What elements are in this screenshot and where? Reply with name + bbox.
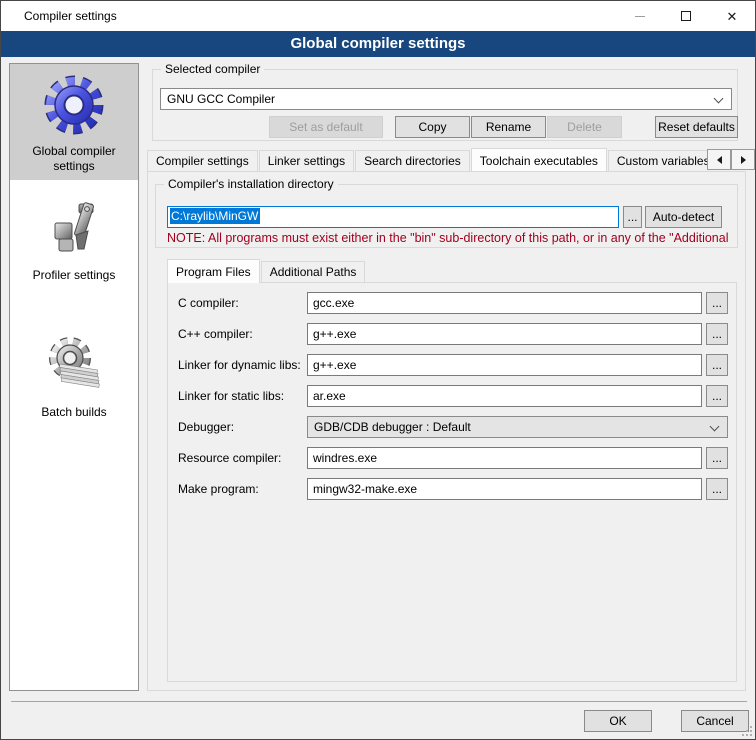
tab-toolchain-executables[interactable]: Toolchain executables xyxy=(471,148,607,171)
install-dir-browse-button[interactable]: ... xyxy=(623,206,642,228)
debugger-select[interactable]: GDB/CDB debugger : Default xyxy=(307,416,728,438)
tab-custom-variables[interactable]: Custom variables xyxy=(608,150,707,171)
programs-subtabstrip: Program Files Additional Paths xyxy=(167,258,587,282)
tab-linker-settings[interactable]: Linker settings xyxy=(259,150,354,171)
ok-button[interactable]: OK xyxy=(584,710,652,732)
cancel-button[interactable]: Cancel xyxy=(681,710,749,732)
resource-compiler-label: Resource compiler: xyxy=(178,451,281,465)
rename-button[interactable]: Rename xyxy=(471,116,546,138)
maximize-icon xyxy=(681,11,691,21)
subtab-additional-paths[interactable]: Additional Paths xyxy=(261,261,366,282)
settings-tabstrip: Compiler settings Linker settings Search… xyxy=(147,147,707,171)
settings-category-list: Global compiler settings xyxy=(9,63,139,691)
selected-compiler-group-label: Selected compiler xyxy=(161,62,264,76)
delete-button[interactable]: Delete xyxy=(547,116,622,138)
sidebar-item-label: Profiler settings xyxy=(22,268,126,283)
reset-defaults-button[interactable]: Reset defaults xyxy=(655,116,738,138)
make-program-label: Make program: xyxy=(178,482,259,496)
linker-static-input[interactable] xyxy=(307,385,702,407)
compiler-select[interactable]: GNU GCC Compiler xyxy=(160,88,732,110)
install-dir-selected-text: C:\raylib\MinGW xyxy=(170,208,260,224)
tab-scroll-right-button[interactable] xyxy=(731,149,755,170)
make-program-browse-button[interactable]: ... xyxy=(706,478,728,500)
chevron-down-icon xyxy=(710,422,720,432)
sidebar-item-label: Batch builds xyxy=(22,405,126,420)
compiler-select-value: GNU GCC Compiler xyxy=(167,92,275,106)
subtab-program-files[interactable]: Program Files xyxy=(167,259,260,283)
make-program-input[interactable] xyxy=(307,478,702,500)
selected-compiler-group: Selected compiler GNU GCC Compiler Set a… xyxy=(152,69,738,141)
tab-scroll-left-button[interactable] xyxy=(707,149,731,170)
sidebar-item-global-compiler-settings[interactable]: Global compiler settings xyxy=(10,64,138,180)
autodetect-button[interactable]: Auto-detect xyxy=(645,206,722,228)
minimize-button[interactable] xyxy=(617,2,663,31)
chevron-down-icon xyxy=(714,94,724,104)
set-as-default-button[interactable]: Set as default xyxy=(269,116,383,138)
close-icon: ✕ xyxy=(727,10,738,23)
triangle-right-icon xyxy=(741,156,746,164)
compiler-settings-dialog: Compiler settings ✕ Global compiler sett… xyxy=(0,0,756,740)
profiler-caliper-icon xyxy=(42,194,106,264)
c-compiler-input[interactable] xyxy=(307,292,702,314)
cpp-compiler-label: C++ compiler: xyxy=(178,327,253,341)
program-files-panel: C compiler: ... C++ compiler: ... Linker… xyxy=(167,282,737,682)
titlebar: Compiler settings ✕ xyxy=(1,1,755,31)
install-dir-input[interactable]: C:\raylib\MinGW xyxy=(167,206,619,228)
linker-static-label: Linker for static libs: xyxy=(178,389,284,403)
resource-compiler-input[interactable] xyxy=(307,447,702,469)
resize-grip[interactable] xyxy=(742,726,752,736)
batch-builds-gear-icon xyxy=(42,331,106,401)
linker-dynamic-browse-button[interactable]: ... xyxy=(706,354,728,376)
debugger-select-value: GDB/CDB debugger : Default xyxy=(314,420,471,434)
footer-divider xyxy=(11,701,747,702)
linker-dynamic-label: Linker for dynamic libs: xyxy=(178,358,301,372)
compiler-gear-icon xyxy=(42,70,106,140)
tab-search-directories[interactable]: Search directories xyxy=(355,150,470,171)
window-title: Compiler settings xyxy=(1,9,617,23)
copy-button[interactable]: Copy xyxy=(395,116,470,138)
install-dir-note: NOTE: All programs must exist either in … xyxy=(167,231,737,245)
triangle-left-icon xyxy=(717,156,722,164)
page-title: Global compiler settings xyxy=(1,31,755,57)
tab-compiler-settings[interactable]: Compiler settings xyxy=(147,150,258,171)
resource-compiler-browse-button[interactable]: ... xyxy=(706,447,728,469)
c-compiler-label: C compiler: xyxy=(178,296,239,310)
sidebar-item-profiler-settings[interactable]: Profiler settings xyxy=(10,188,138,289)
c-compiler-browse-button[interactable]: ... xyxy=(706,292,728,314)
linker-dynamic-input[interactable] xyxy=(307,354,702,376)
cpp-compiler-input[interactable] xyxy=(307,323,702,345)
debugger-label: Debugger: xyxy=(178,420,234,434)
close-button[interactable]: ✕ xyxy=(709,2,755,31)
install-dir-group-label: Compiler's installation directory xyxy=(164,177,338,191)
minimize-icon xyxy=(635,16,645,17)
sidebar-item-label: Global compiler settings xyxy=(22,144,126,174)
sidebar-item-batch-builds[interactable]: Batch builds xyxy=(10,325,138,426)
linker-static-browse-button[interactable]: ... xyxy=(706,385,728,407)
maximize-button[interactable] xyxy=(663,2,709,31)
cpp-compiler-browse-button[interactable]: ... xyxy=(706,323,728,345)
